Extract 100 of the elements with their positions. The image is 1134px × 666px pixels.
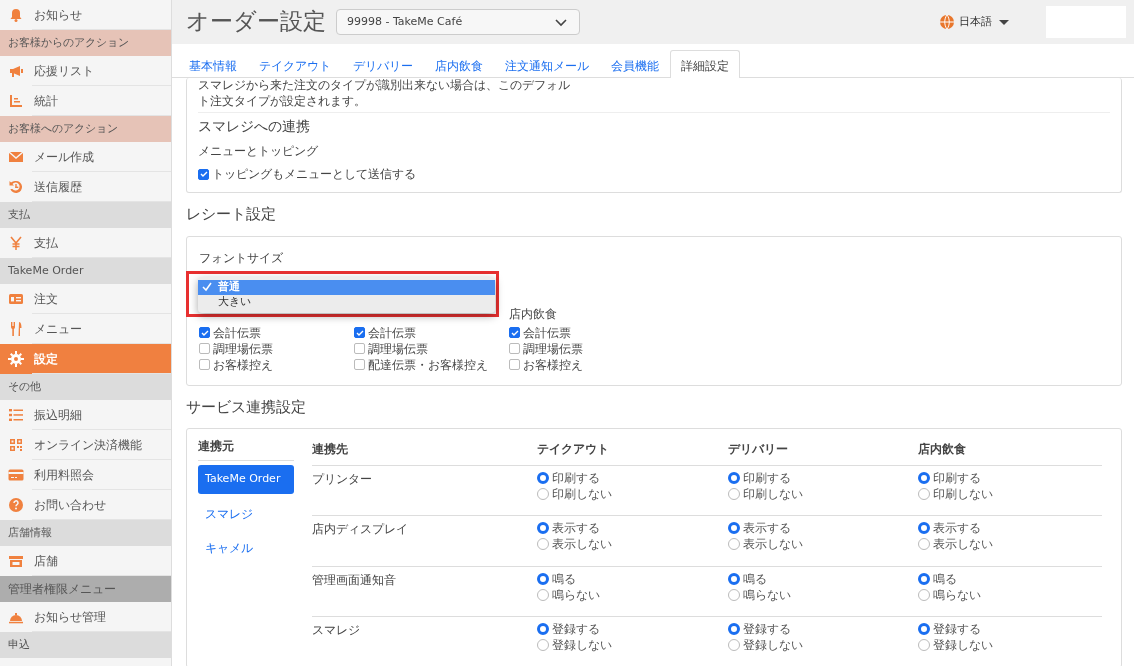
check-icon bbox=[200, 328, 209, 337]
envelope-icon bbox=[8, 149, 24, 165]
sidebar-item[interactable]: 利用料照会 bbox=[0, 460, 171, 490]
radio-option[interactable]: 表示しない bbox=[727, 536, 919, 553]
shop-select[interactable]: 99998 - TakeMe Café bbox=[336, 9, 580, 35]
radio-option[interactable]: 印刷する bbox=[727, 469, 919, 486]
table-cell: スマレジ bbox=[312, 616, 537, 666]
tab[interactable]: 店内飲食 bbox=[424, 50, 494, 77]
dropdown-option[interactable]: 大きい bbox=[198, 294, 495, 310]
tab[interactable]: 詳細設定 bbox=[670, 50, 740, 78]
sidebar-item[interactable]: オンライン決済機能 bbox=[0, 430, 171, 460]
radio-option[interactable]: 登録しない bbox=[918, 636, 1102, 653]
sidebar-item[interactable]: お知らせ管理 bbox=[0, 602, 171, 632]
source-tab[interactable]: TakeMe Order bbox=[198, 465, 294, 494]
radio-option[interactable]: 表示する bbox=[536, 520, 728, 537]
checkbox-option[interactable]: 調理場伝票 bbox=[199, 340, 354, 357]
sidebar-item[interactable]: 統計 bbox=[0, 86, 171, 116]
field-label: メニューとトッピング bbox=[198, 143, 319, 161]
checkbox[interactable] bbox=[354, 327, 365, 339]
source-tab[interactable]: キャメル bbox=[198, 533, 294, 562]
globe-icon bbox=[939, 14, 955, 30]
history-icon bbox=[8, 179, 24, 195]
tab[interactable]: 注文通知メール bbox=[494, 50, 600, 77]
radio-option[interactable]: 鳴らない bbox=[536, 586, 728, 603]
radio-option[interactable]: 登録する bbox=[536, 620, 728, 637]
sidebar-section-header: 管理者権限メニュー bbox=[0, 576, 171, 602]
note-text: ト注文タイプが設定されます。 bbox=[198, 93, 367, 110]
sidebar-section-header: お客様からのアクション bbox=[0, 30, 171, 56]
sidebar-item[interactable]: 店舗 bbox=[0, 546, 171, 576]
radio-option[interactable]: 印刷しない bbox=[536, 485, 728, 502]
sidebar-section-header: その他 bbox=[0, 374, 171, 400]
checkbox[interactable] bbox=[354, 343, 365, 355]
sidebar-section-header: 支払 bbox=[0, 202, 171, 228]
sidebar-item[interactable]: 応援リスト bbox=[0, 56, 171, 86]
checkbox[interactable] bbox=[509, 327, 520, 339]
radio-option[interactable]: 表示する bbox=[727, 520, 919, 537]
radio-option[interactable]: 登録しない bbox=[536, 636, 728, 653]
radio-option[interactable]: 印刷しない bbox=[727, 485, 919, 502]
tab[interactable]: デリバリー bbox=[342, 50, 424, 77]
tab[interactable]: 基本情報 bbox=[178, 50, 248, 77]
radio-option[interactable]: 表示しない bbox=[918, 536, 1102, 553]
radio-option[interactable]: 印刷しない bbox=[918, 485, 1102, 502]
tab[interactable]: 会員機能 bbox=[600, 50, 670, 77]
checkbox-option[interactable]: 調理場伝票 bbox=[354, 340, 509, 357]
note-text: スマレジから来た注文のタイプが識別出来ない場合は、このデフォル bbox=[198, 78, 571, 94]
sidebar-item[interactable]: 振込明細 bbox=[0, 400, 171, 430]
order-card-icon bbox=[8, 291, 24, 307]
sidebar-section-header: 申込 bbox=[0, 632, 171, 658]
radio-option[interactable]: 鳴らない bbox=[918, 586, 1102, 603]
radio-option[interactable]: 表示しない bbox=[536, 536, 728, 553]
sidebar-section-header: 店舗情報 bbox=[0, 520, 171, 546]
section-title: サービス連携設定 bbox=[186, 396, 307, 418]
checkbox[interactable] bbox=[198, 168, 209, 180]
table-cell: 管理画面通知音 bbox=[312, 566, 537, 617]
checkbox[interactable] bbox=[509, 359, 520, 371]
checkbox-option[interactable]: 会計伝票 bbox=[199, 324, 354, 341]
tab[interactable]: テイクアウト bbox=[248, 50, 342, 77]
sidebar-item[interactable]: お知らせ bbox=[0, 0, 171, 30]
radio-option[interactable]: 登録しない bbox=[727, 636, 919, 653]
column-heading: 連携先 bbox=[312, 437, 537, 466]
checkbox[interactable] bbox=[509, 343, 520, 355]
sidebar-item[interactable]: 送信履歴 bbox=[0, 172, 171, 202]
sidebar-section-header: お客様へのアクション bbox=[0, 116, 171, 142]
radio-option[interactable]: 登録する bbox=[918, 620, 1102, 637]
radio-option[interactable]: 印刷する bbox=[536, 469, 728, 486]
bell-icon bbox=[8, 7, 24, 23]
table-cell: プリンター bbox=[312, 465, 537, 516]
section-title: レシート設定 bbox=[186, 204, 277, 226]
language-menu[interactable]: 日本語 bbox=[939, 13, 1012, 31]
check-icon bbox=[355, 328, 364, 337]
checkbox[interactable] bbox=[199, 343, 210, 355]
yen-icon bbox=[8, 235, 24, 251]
sidebar-item[interactable]: メニュー bbox=[0, 314, 171, 344]
checkbox-option[interactable]: お客様控え bbox=[509, 356, 659, 373]
checkbox-option[interactable]: お客様控え bbox=[199, 356, 354, 373]
radio-option[interactable]: 表示する bbox=[918, 520, 1102, 537]
list-icon bbox=[8, 407, 24, 423]
radio-option[interactable]: 鳴る bbox=[727, 570, 919, 587]
radio-option[interactable]: 印刷する bbox=[918, 469, 1102, 486]
checkbox[interactable] bbox=[199, 327, 210, 339]
sidebar-item[interactable]: お問い合わせ bbox=[0, 490, 171, 520]
qr-code-icon bbox=[8, 437, 24, 453]
checkbox-option[interactable]: 会計伝票 bbox=[354, 324, 509, 341]
radio-option[interactable]: 鳴る bbox=[918, 570, 1102, 587]
checkbox-option[interactable]: 会計伝票 bbox=[509, 324, 659, 341]
checkbox[interactable] bbox=[199, 359, 210, 371]
checkbox-option[interactable]: トッピングもメニューとして送信する bbox=[198, 166, 1110, 183]
checkbox-option[interactable]: 調理場伝票 bbox=[509, 340, 659, 357]
sidebar-item[interactable]: メール作成 bbox=[0, 142, 171, 172]
radio-option[interactable]: 鳴らない bbox=[727, 586, 919, 603]
source-tab[interactable]: スマレジ bbox=[198, 499, 294, 528]
sidebar-item[interactable]: 注文 bbox=[0, 284, 171, 314]
page-title: オーダー設定 bbox=[186, 8, 326, 36]
checkbox[interactable] bbox=[354, 359, 365, 371]
column-heading: 連携元 bbox=[198, 437, 294, 462]
store-icon bbox=[8, 553, 24, 569]
radio-option[interactable]: 鳴る bbox=[536, 570, 728, 587]
sidebar-item[interactable]: 支払 bbox=[0, 228, 171, 258]
checkbox-option[interactable]: 配達伝票・お客様控え bbox=[354, 356, 509, 373]
radio-option[interactable]: 登録する bbox=[727, 620, 919, 637]
